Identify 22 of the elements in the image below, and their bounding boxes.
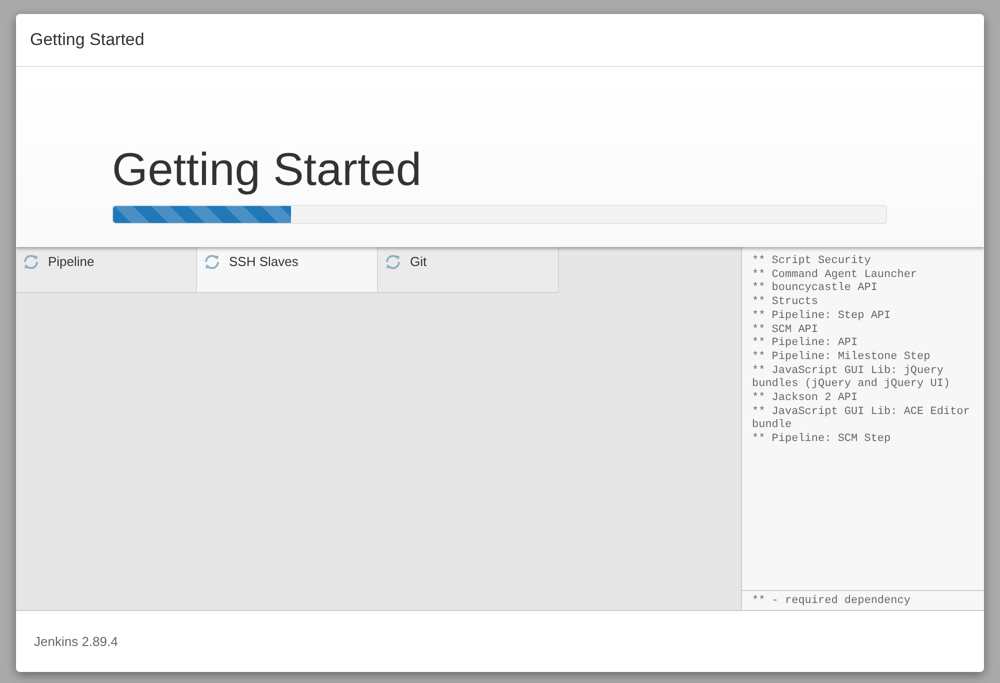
log-line: ** Pipeline: Milestone Step [752,350,932,365]
log-line: ** Pipeline: API [752,337,859,351]
refresh-icon [384,254,402,270]
page-heading: Getting Started [112,143,422,195]
log-line: ** SCM API [752,324,820,337]
log-line: ** Pipeline: Step API [752,310,892,324]
refresh-icon [203,254,221,270]
log-line: ** Command Agent Launcher [752,268,918,282]
log-line: ** Structs [752,296,820,310]
log-line: ** JavaScript GUI Lib: jQuery bundles (jQuery and jQuery UI) [752,364,952,392]
log-line: ** bouncycastle API [752,282,878,296]
version-label: Jenkins 2.89.4 [34,634,118,649]
plugin-name: Pipeline [48,254,94,269]
log-line: ** Jackson 2 API [752,392,859,406]
refresh-icon [22,254,40,270]
log-line: ** Script Security [752,255,872,269]
log-line: ** JavaScript GUI Lib: ACE Editor bundle [752,406,971,433]
plugin-name: SSH Slaves [229,254,298,269]
legend-text: ** - required dependency [742,590,984,610]
log-line: ** Pipeline: SCM Step [752,433,892,447]
plugin-name: Git [410,254,427,269]
dialog-title: Getting Started [30,30,144,50]
